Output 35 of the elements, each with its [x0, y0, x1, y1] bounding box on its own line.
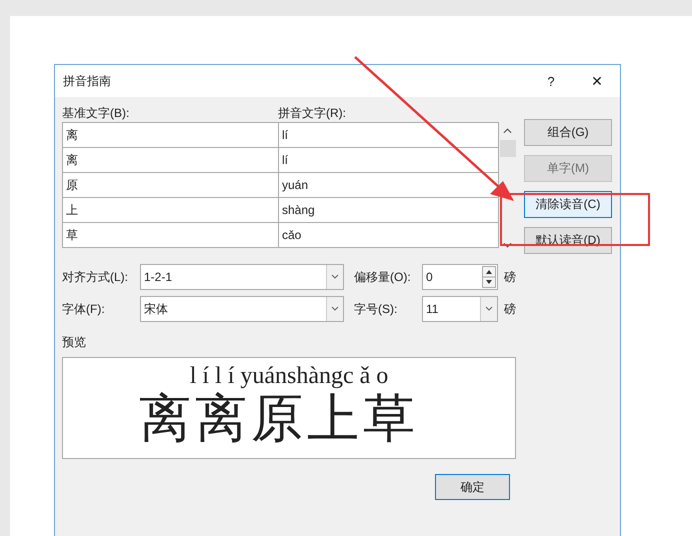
alignment-dropdown[interactable]: 1-2-1: [140, 264, 344, 290]
font-dropdown[interactable]: 宋体: [140, 296, 344, 322]
ruby-text-field[interactable]: lí: [279, 123, 499, 148]
ruby-text-field[interactable]: shàng: [279, 198, 499, 223]
base-text-field[interactable]: 离: [63, 148, 279, 173]
scroll-thumb[interactable]: [500, 140, 516, 157]
ruby-text-field[interactable]: lí: [279, 148, 499, 173]
ruby-text-field[interactable]: cǎo: [279, 223, 499, 248]
offset-spinner[interactable]: 0: [422, 264, 498, 290]
offset-label: 偏移量(O):: [354, 268, 412, 286]
window-title: 拼音指南: [63, 72, 112, 90]
preview-label: 预览: [62, 334, 87, 351]
scroll-down-icon[interactable]: [503, 242, 512, 248]
ok-button[interactable]: 确定: [435, 474, 510, 500]
close-button[interactable]: ✕: [574, 66, 620, 96]
scroll-up-icon[interactable]: [503, 128, 512, 134]
base-text-field[interactable]: 草: [63, 223, 279, 248]
help-button[interactable]: ?: [528, 66, 574, 96]
preview-characters: 离离原上草: [139, 390, 419, 450]
preview-pinyin: l í l í yuánshàngc ǎ o: [190, 362, 388, 390]
font-label: 字体(F):: [62, 300, 106, 318]
size-label: 字号(S):: [354, 300, 398, 318]
unit-label: 磅: [503, 300, 517, 318]
size-dropdown[interactable]: 11: [422, 296, 498, 322]
alignment-label: 对齐方式(L):: [62, 268, 129, 286]
base-text-field[interactable]: 原: [63, 173, 279, 198]
spin-arrows-icon[interactable]: [482, 265, 496, 289]
action-button[interactable]: 清除读音(C): [524, 191, 612, 218]
ruby-text-field[interactable]: yuán: [279, 173, 499, 198]
base-text-field[interactable]: 上: [63, 198, 279, 223]
unit-label: 磅: [503, 268, 517, 286]
column-label: 拼音文字(R):: [278, 104, 347, 122]
base-text-field[interactable]: 离: [63, 123, 279, 148]
action-button[interactable]: 组合(G): [524, 119, 612, 146]
column-label: 基准文字(B):: [62, 104, 130, 122]
